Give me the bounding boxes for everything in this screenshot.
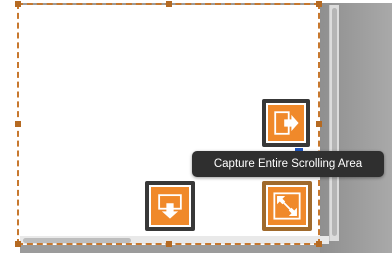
capture-below-button[interactable]: [145, 181, 195, 231]
resize-handle-middle-left[interactable]: [15, 121, 21, 127]
top-strip: [0, 0, 392, 3]
resize-handle-bottom-left[interactable]: [15, 241, 21, 247]
capture-entire-scrolling-area-button[interactable]: [262, 181, 312, 231]
arrow-right-icon: [274, 111, 299, 135]
arrow-down-icon: [158, 194, 182, 219]
resize-handle-bottom-right[interactable]: [316, 241, 322, 247]
expand-diagonal-icon: [273, 192, 301, 220]
resize-handle-top-center[interactable]: [166, 1, 172, 7]
resize-handle-top-left[interactable]: [15, 1, 21, 7]
vertical-scrollbar-thumb[interactable]: [332, 8, 337, 236]
resize-handle-bottom-center[interactable]: [166, 241, 172, 247]
vertical-scrollbar[interactable]: [329, 5, 339, 241]
horizontal-scrollbar[interactable]: [20, 236, 329, 244]
tooltip: Capture Entire Scrolling Area: [192, 151, 384, 177]
capture-visible-area-button[interactable]: [262, 99, 310, 147]
horizontal-scrollbar-thumb[interactable]: [23, 238, 131, 243]
resize-handle-middle-right[interactable]: [316, 121, 322, 127]
resize-handle-top-right[interactable]: [316, 1, 322, 7]
